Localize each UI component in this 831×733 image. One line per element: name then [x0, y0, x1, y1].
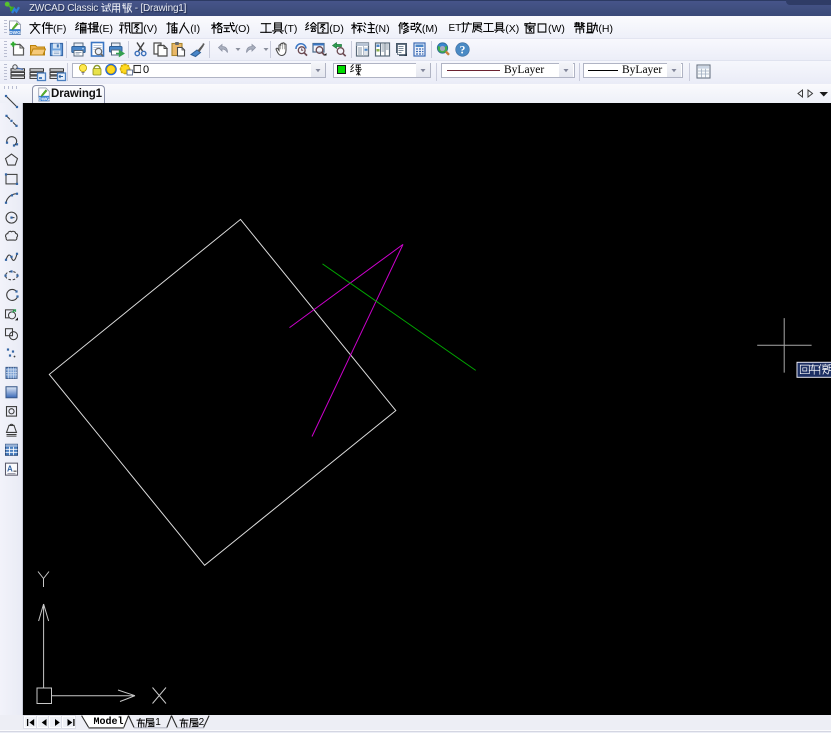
svg-text:?: ?	[460, 44, 466, 56]
svg-text:A: A	[7, 465, 13, 474]
svg-text:DWG: DWG	[38, 96, 50, 101]
svg-text:DWG: DWG	[9, 30, 21, 36]
